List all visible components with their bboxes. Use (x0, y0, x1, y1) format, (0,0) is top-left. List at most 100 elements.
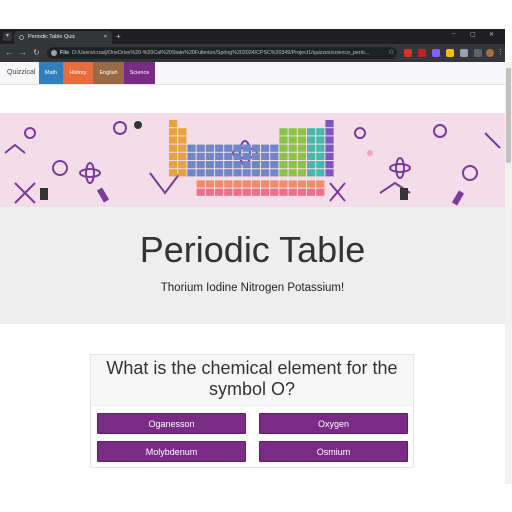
close-window-icon[interactable]: ✕ (489, 31, 494, 38)
page-scrollbar[interactable] (505, 62, 512, 484)
element-cell (178, 161, 187, 169)
element-cell (187, 169, 196, 177)
nav-link-science[interactable]: Science (124, 62, 155, 84)
nav-link-math[interactable]: Math (39, 62, 63, 84)
element-cell (251, 169, 260, 177)
sidebar-icon[interactable] (474, 49, 482, 57)
forward-icon[interactable]: → (19, 47, 27, 58)
extensions-puzzle-icon[interactable] (460, 49, 468, 57)
element-cell (316, 152, 325, 160)
element-cell (178, 136, 187, 144)
element-cell (279, 161, 288, 169)
extension-icon[interactable] (446, 49, 454, 57)
element-cell (215, 152, 224, 160)
avatar[interactable] (486, 49, 494, 57)
element-cell (270, 188, 279, 196)
element-cell (307, 161, 316, 169)
element-cell (196, 152, 205, 160)
answer-button-molybdenum[interactable]: Molybdenum (97, 441, 246, 462)
element-cell (270, 180, 279, 188)
url-text: D:/Users/crusij/OneDrive%20-%20Cal%20Sta… (72, 50, 370, 56)
nav-link-history[interactable]: History (63, 62, 93, 84)
element-cell (251, 180, 260, 188)
extension-icon[interactable] (432, 49, 440, 57)
element-cell (196, 161, 205, 169)
element-cell (251, 144, 260, 152)
element-cell (288, 136, 297, 144)
element-cell (307, 136, 316, 144)
window-bottom-margin (0, 484, 512, 512)
element-cell (196, 144, 205, 152)
element-cell (178, 128, 187, 136)
globe-icon (19, 35, 24, 40)
new-tab-icon[interactable]: + (116, 31, 121, 42)
element-cell (297, 144, 306, 152)
element-cell (242, 144, 251, 152)
element-cell (224, 152, 233, 160)
element-cell (224, 169, 233, 177)
element-cell (261, 169, 270, 177)
answer-button-oxygen[interactable]: Oxygen (259, 413, 408, 434)
tab-search-icon[interactable]: ▾ (3, 32, 12, 41)
element-cell (288, 169, 297, 177)
maximize-icon[interactable]: ▢ (470, 31, 476, 38)
element-cell (325, 144, 334, 152)
element-cell (288, 180, 297, 188)
element-cell (233, 152, 242, 160)
browser-window: ▾ Periodic Table Quiz × + – ▢ ✕ ← → ↻ Fi… (0, 29, 505, 484)
element-cell (187, 152, 196, 160)
site-brand[interactable]: Quizzical (7, 62, 35, 84)
element-cell (233, 169, 242, 177)
element-cell (261, 144, 270, 152)
element-cell (279, 180, 288, 188)
answer-button-osmium[interactable]: Osmium (259, 441, 408, 462)
answer-button-oganesson[interactable]: Oganesson (97, 413, 246, 434)
element-cell (242, 180, 251, 188)
element-cell (325, 128, 334, 136)
bookmark-star-icon[interactable]: ☆ (388, 47, 394, 58)
element-cell (316, 128, 325, 136)
element-cell (307, 188, 316, 196)
minimize-icon[interactable]: – (452, 31, 455, 37)
more-menu-icon[interactable]: ⋮ (497, 47, 504, 58)
element-cell (233, 144, 242, 152)
element-cell (270, 152, 279, 160)
address-bar[interactable]: File D:/Users/crusij/OneDrive%20-%20Cal%… (47, 47, 397, 59)
extension-icon[interactable] (418, 49, 426, 57)
element-cell (307, 128, 316, 136)
element-cell (215, 161, 224, 169)
element-cell (307, 144, 316, 152)
element-cell (205, 180, 214, 188)
element-cell (196, 188, 205, 196)
close-tab-icon[interactable]: × (104, 31, 107, 44)
element-cell (297, 128, 306, 136)
element-cell (233, 180, 242, 188)
element-cell (316, 188, 325, 196)
element-cell (224, 180, 233, 188)
element-cell (169, 144, 178, 152)
element-cell (242, 169, 251, 177)
element-cell (169, 136, 178, 144)
element-cell (270, 161, 279, 169)
element-cell (215, 180, 224, 188)
element-cell (187, 161, 196, 169)
element-cell (325, 169, 334, 177)
extension-icon[interactable] (404, 49, 412, 57)
reload-icon[interactable]: ↻ (33, 47, 40, 58)
element-cell (242, 188, 251, 196)
element-cell (288, 128, 297, 136)
tab-active[interactable]: Periodic Table Quiz × (14, 31, 112, 44)
periodic-table-graphic (169, 120, 334, 196)
site-info-icon[interactable] (51, 50, 57, 56)
question-text: What is the chemical element for the sym… (106, 358, 398, 399)
question-header: What is the chemical element for the sym… (91, 355, 413, 406)
element-cell (279, 188, 288, 196)
element-cell (279, 169, 288, 177)
element-cell (261, 152, 270, 160)
element-cell (297, 169, 306, 177)
back-icon[interactable]: ← (5, 47, 13, 58)
nav-link-english[interactable]: English (93, 62, 124, 84)
scrollbar-thumb[interactable] (506, 68, 511, 163)
element-cell (316, 144, 325, 152)
element-cell (205, 144, 214, 152)
